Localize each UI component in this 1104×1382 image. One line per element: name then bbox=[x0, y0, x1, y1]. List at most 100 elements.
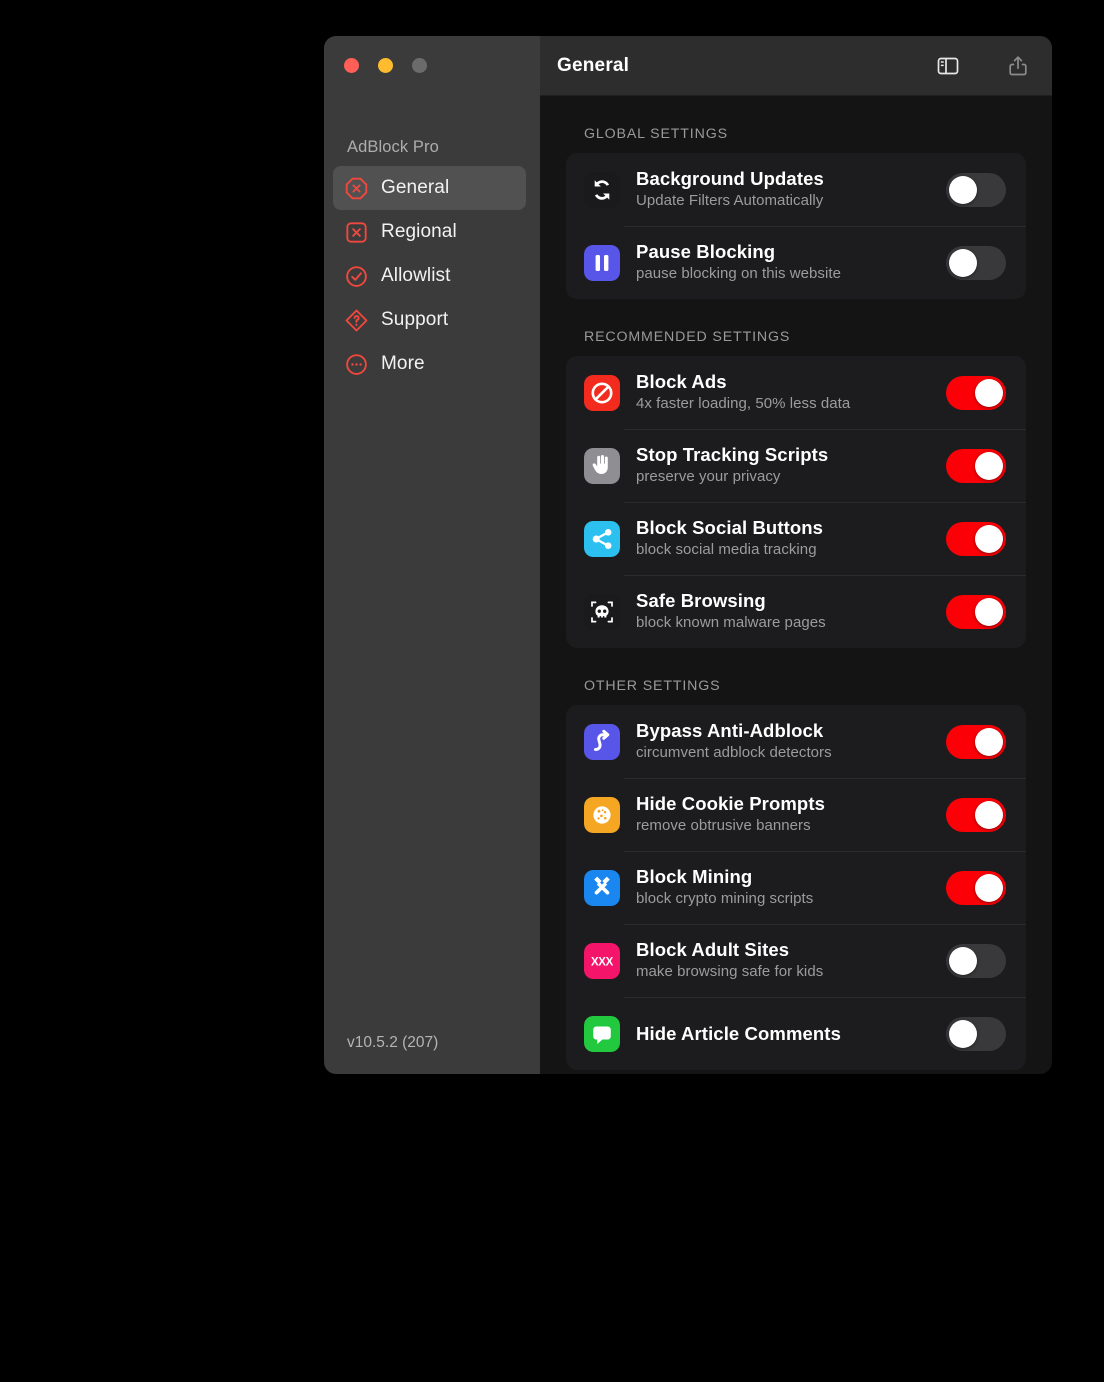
setting-subtitle: block social media tracking bbox=[636, 541, 817, 559]
setting-subtitle: block known malware pages bbox=[636, 614, 826, 632]
setting-toggle[interactable] bbox=[946, 797, 1006, 832]
detour-arrow-icon bbox=[584, 723, 620, 760]
setting-text: Background Updates Update Filters Automat… bbox=[636, 167, 946, 211]
setting-row[interactable]: Hide Cookie Prompts remove obtrusive bann… bbox=[566, 778, 1026, 851]
setting-row[interactable]: XXX Block Adult Sites make browsing safe f… bbox=[566, 924, 1026, 997]
share-nodes-icon bbox=[584, 520, 620, 557]
setting-text: Bypass Anti-Adblock circumvent adblock de… bbox=[636, 719, 946, 763]
setting-row[interactable]: Pause Blocking pause blocking on this web… bbox=[566, 226, 1026, 299]
setting-text: Block Ads 4x faster loading, 50% less dat… bbox=[636, 370, 946, 414]
setting-row[interactable]: Block Ads 4x faster loading, 50% less dat… bbox=[566, 356, 1026, 429]
settings-card: Background Updates Update Filters Automat… bbox=[566, 153, 1026, 299]
section-header: OTHER SETTINGS bbox=[584, 678, 721, 694]
setting-toggle[interactable] bbox=[946, 521, 1006, 556]
titlebar: General bbox=[540, 36, 1052, 96]
comment-icon bbox=[584, 1015, 620, 1052]
app-window: AdBlock Pro General Regional Allowlist Supp… bbox=[324, 36, 1052, 1074]
sidebar: AdBlock Pro General Regional Allowlist Supp… bbox=[324, 36, 540, 1074]
page-title: General bbox=[557, 54, 630, 76]
toggle-knob bbox=[975, 451, 1003, 480]
setting-row[interactable]: Bypass Anti-Adblock circumvent adblock de… bbox=[566, 705, 1026, 778]
toggle-knob bbox=[949, 1019, 977, 1048]
setting-row[interactable]: Block Mining block crypto mining scripts bbox=[566, 851, 1026, 924]
settings-section-recommended: RECOMMENDED SETTINGS Block Ads 4x faster l… bbox=[566, 329, 1026, 648]
toggle-knob bbox=[975, 873, 1003, 902]
toggle-knob bbox=[975, 524, 1003, 553]
cookie-icon bbox=[584, 796, 620, 833]
zoom-button[interactable] bbox=[412, 58, 427, 73]
toggle-knob bbox=[975, 727, 1003, 756]
setting-title: Pause Blocking bbox=[636, 241, 776, 263]
setting-title: Hide Cookie Prompts bbox=[636, 793, 825, 815]
sidebar-item-support[interactable]: Support bbox=[333, 298, 526, 342]
sidebar-item-label: Regional bbox=[381, 221, 457, 242]
check-circle-icon bbox=[344, 264, 369, 289]
setting-toggle[interactable] bbox=[946, 870, 1006, 905]
skull-icon bbox=[584, 593, 620, 630]
hammers-icon bbox=[584, 869, 620, 906]
sidebar-item-regional[interactable]: Regional bbox=[333, 210, 526, 254]
octagon-x-icon bbox=[344, 176, 369, 201]
settings-card: Block Ads 4x faster loading, 50% less dat… bbox=[566, 356, 1026, 648]
setting-row[interactable]: Block Social Buttons block social media t… bbox=[566, 502, 1026, 575]
share-icon[interactable] bbox=[1006, 54, 1030, 78]
setting-subtitle: circumvent adblock detectors bbox=[636, 744, 832, 762]
setting-toggle[interactable] bbox=[946, 172, 1006, 207]
sidebar-item-label: More bbox=[381, 353, 425, 374]
setting-text: Hide Cookie Prompts remove obtrusive bann… bbox=[636, 792, 946, 836]
setting-title: Block Social Buttons bbox=[636, 517, 824, 539]
setting-row[interactable]: Background Updates Update Filters Automat… bbox=[566, 153, 1026, 226]
setting-subtitle: Update Filters Automatically bbox=[636, 192, 824, 210]
setting-title: Hide Article Comments bbox=[636, 1022, 841, 1044]
setting-text: Hide Article Comments bbox=[636, 1022, 946, 1045]
setting-row[interactable]: Hide Article Comments bbox=[566, 997, 1026, 1070]
setting-toggle[interactable] bbox=[946, 375, 1006, 410]
svg-text:XXX: XXX bbox=[591, 956, 614, 968]
settings-section-other: OTHER SETTINGS Bypass Anti-Adblock circumv… bbox=[566, 678, 1026, 1070]
sidebar-nav: General Regional Allowlist Support More bbox=[333, 166, 526, 386]
toggle-knob bbox=[975, 378, 1003, 407]
setting-toggle[interactable] bbox=[946, 245, 1006, 280]
hand-stop-icon bbox=[584, 447, 620, 484]
sidebar-item-allowlist[interactable]: Allowlist bbox=[333, 254, 526, 298]
traffic-lights bbox=[344, 58, 427, 73]
toggle-knob bbox=[949, 175, 977, 204]
sidebar-item-more[interactable]: More bbox=[333, 342, 526, 386]
version-label: v10.5.2 (207) bbox=[347, 1034, 439, 1051]
sidebar-toggle-icon[interactable] bbox=[936, 54, 960, 78]
pause-icon bbox=[584, 244, 620, 281]
toggle-knob bbox=[949, 248, 977, 277]
setting-title: Safe Browsing bbox=[636, 590, 766, 612]
sidebar-item-general[interactable]: General bbox=[333, 166, 526, 210]
sidebar-item-label: General bbox=[381, 177, 450, 198]
setting-toggle[interactable] bbox=[946, 943, 1006, 978]
toolbar-actions bbox=[936, 54, 1030, 78]
setting-text: Block Mining block crypto mining scripts bbox=[636, 865, 946, 909]
setting-title: Block Ads bbox=[636, 371, 727, 393]
setting-subtitle: remove obtrusive banners bbox=[636, 817, 811, 835]
setting-subtitle: make browsing safe for kids bbox=[636, 963, 824, 981]
setting-title: Background Updates bbox=[636, 168, 824, 190]
setting-title: Block Mining bbox=[636, 866, 753, 888]
app-title: AdBlock Pro bbox=[347, 138, 439, 156]
sidebar-item-label: Allowlist bbox=[381, 265, 451, 286]
setting-row[interactable]: Stop Tracking Scripts preserve your priva… bbox=[566, 429, 1026, 502]
xxx-icon: XXX bbox=[584, 942, 620, 979]
setting-toggle[interactable] bbox=[946, 448, 1006, 483]
setting-toggle[interactable] bbox=[946, 594, 1006, 629]
setting-toggle[interactable] bbox=[946, 1016, 1006, 1051]
toggle-knob bbox=[949, 946, 977, 975]
main-panel: General GLOBAL SETTINGS Background Updat… bbox=[540, 36, 1052, 1074]
setting-subtitle: pause blocking on this website bbox=[636, 265, 841, 283]
setting-text: Block Social Buttons block social media t… bbox=[636, 516, 946, 560]
setting-title: Bypass Anti-Adblock bbox=[636, 720, 824, 742]
section-header: GLOBAL SETTINGS bbox=[584, 126, 728, 142]
close-button[interactable] bbox=[344, 58, 359, 73]
setting-title: Block Adult Sites bbox=[636, 939, 790, 961]
setting-toggle[interactable] bbox=[946, 724, 1006, 759]
setting-row[interactable]: Safe Browsing block known malware pages bbox=[566, 575, 1026, 648]
toggle-knob bbox=[975, 800, 1003, 829]
setting-title: Stop Tracking Scripts bbox=[636, 444, 829, 466]
minimize-button[interactable] bbox=[378, 58, 393, 73]
settings-section-global: GLOBAL SETTINGS Background Updates Update … bbox=[566, 126, 1026, 299]
